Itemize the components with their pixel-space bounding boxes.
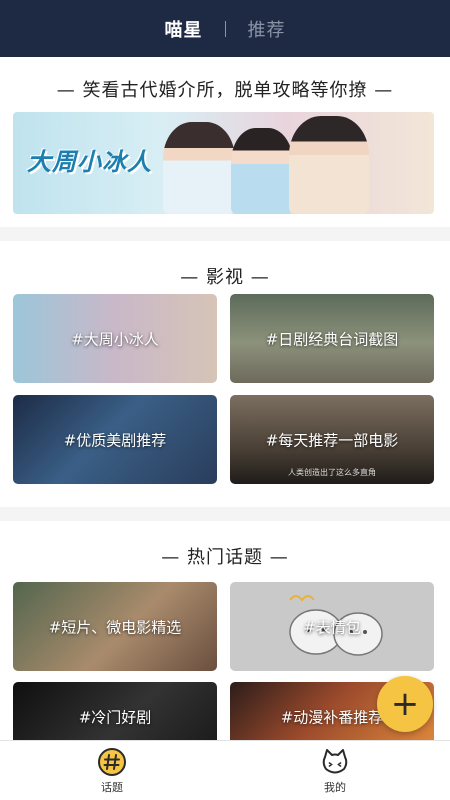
film-section: — 影视 — #大周小冰人 #日剧经典台词截图 #优质美剧推荐 #每天推荐一部电… — [0, 241, 450, 507]
topic-card-label: #每天推荐一部电影 — [265, 431, 399, 449]
topic-card[interactable]: #短片、微电影精选 — [13, 582, 217, 671]
topic-card-label: #优质美剧推荐 — [63, 431, 167, 449]
hashtag-icon — [98, 748, 126, 776]
topic-card-label: #表情包 — [303, 618, 361, 636]
cat-face-icon — [322, 749, 348, 774]
topic-card[interactable]: #优质美剧推荐 — [13, 395, 217, 484]
topic-card[interactable]: #表情包 — [230, 582, 434, 671]
nav-item-mine[interactable]: 我的 — [305, 747, 365, 795]
plus-icon: + — [390, 684, 420, 724]
movie-subtitle-caption: 人类创造出了这么多直角 — [288, 468, 376, 477]
topic-card[interactable]: #大周小冰人 — [13, 294, 217, 383]
tab-miaoxing[interactable]: 喵星 — [165, 16, 203, 42]
add-post-button[interactable]: + — [377, 676, 433, 732]
banner-figure — [289, 116, 369, 214]
hot-topics-title: — 热门话题 — — [161, 547, 289, 568]
topic-card-label: #短片、微电影精选 — [48, 618, 182, 636]
banner-figure — [231, 128, 293, 214]
film-section-title: — 影视 — — [180, 267, 270, 288]
topic-card-label: #冷门好剧 — [78, 708, 152, 727]
nav-label-mine: 我的 — [324, 781, 346, 794]
promo-banner[interactable]: 大周小冰人 — [13, 112, 434, 214]
main-content[interactable]: — 笑看古代婚介所，脱单攻略等你撩 — 大周小冰人 — 影视 — #大周小冰人 … — [0, 57, 450, 740]
banner-figure — [163, 122, 235, 214]
topic-card[interactable]: #每天推荐一部电影 人类创造出了这么多直角 — [230, 395, 434, 484]
nav-item-topics[interactable]: 话题 — [82, 747, 142, 795]
topic-card[interactable]: #日剧经典台词截图 — [230, 294, 434, 383]
nav-label-topics: 话题 — [101, 781, 123, 794]
bottom-nav-bar: 话题 我的 — [0, 740, 450, 800]
tab-recommend[interactable]: 推荐 — [248, 16, 286, 42]
topic-card-label: #大周小冰人 — [71, 330, 159, 348]
topic-card-label: #日剧经典台词截图 — [265, 330, 399, 348]
topic-card[interactable]: #冷门好剧 — [13, 682, 217, 740]
tab-divider — [224, 20, 226, 37]
banner-section: — 笑看古代婚介所，脱单攻略等你撩 — 大周小冰人 — [0, 57, 450, 227]
top-tab-bar: 喵星 推荐 — [0, 0, 450, 57]
banner-logo-text: 大周小冰人 — [27, 148, 152, 176]
banner-section-title: — 笑看古代婚介所，脱单攻略等你撩 — — [56, 80, 394, 101]
